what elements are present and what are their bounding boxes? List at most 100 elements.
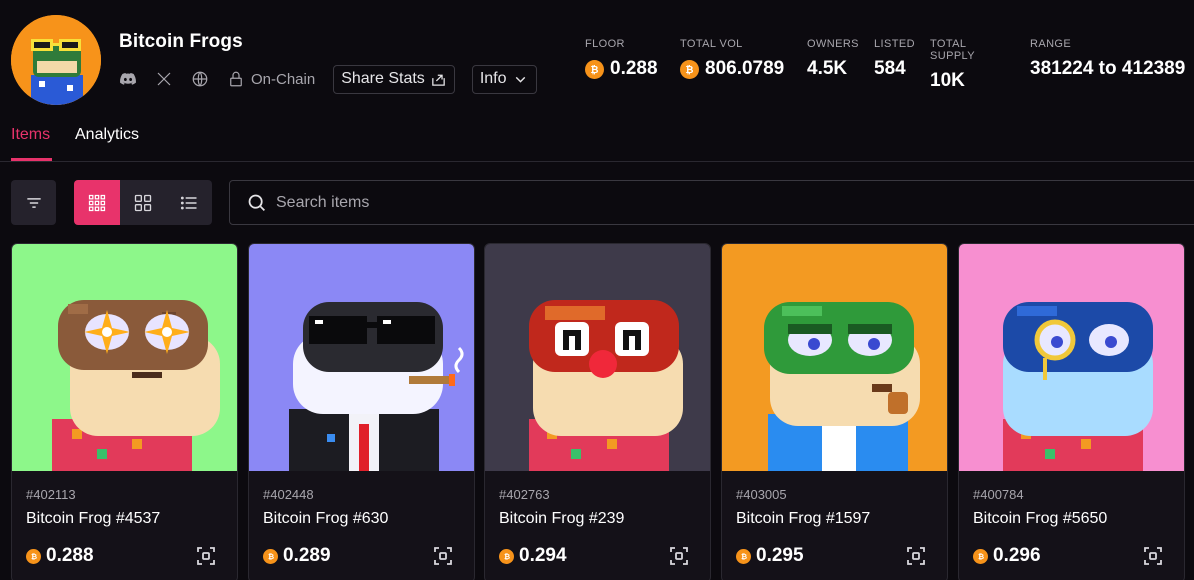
stat-range: RANGE 381224 to 412389 bbox=[1030, 38, 1185, 80]
share-stats-button[interactable]: Share Stats bbox=[333, 64, 455, 94]
onchain-label: On-Chain bbox=[251, 70, 316, 88]
item-inscription-id: #400784 bbox=[973, 487, 1024, 502]
item-card[interactable]: #402763 Bitcoin Frog #239 ₿ 0.294 bbox=[484, 243, 711, 580]
item-price: ₿ 0.289 bbox=[263, 545, 331, 567]
item-image bbox=[485, 244, 710, 471]
svg-text:₿: ₿ bbox=[977, 552, 983, 561]
item-name: Bitcoin Frog #5650 bbox=[973, 510, 1108, 527]
share-stats-label: Share Stats bbox=[341, 70, 425, 87]
collection-avatar bbox=[11, 15, 101, 105]
share-icon bbox=[432, 74, 445, 86]
item-price: ₿ 0.288 bbox=[26, 545, 94, 567]
scan-icon[interactable] bbox=[667, 544, 691, 568]
stat-floor: FLOOR ₿ 0.288 bbox=[585, 38, 658, 80]
item-inscription-id: #402763 bbox=[499, 487, 550, 502]
item-price-value: 0.295 bbox=[756, 545, 804, 566]
item-price-value: 0.288 bbox=[46, 545, 94, 566]
bitcoin-icon: ₿ bbox=[736, 548, 751, 564]
item-price: ₿ 0.294 bbox=[499, 545, 567, 567]
stat-label: TOTAL VOL bbox=[680, 38, 743, 50]
stat-value: 584 bbox=[874, 58, 906, 79]
grid-large-icon bbox=[134, 194, 152, 211]
collection-tabs: Items Analytics bbox=[0, 118, 1194, 162]
filter-icon bbox=[26, 197, 41, 208]
item-image bbox=[722, 244, 947, 471]
bitcoin-icon: ₿ bbox=[26, 548, 41, 564]
active-tab-indicator bbox=[11, 158, 52, 161]
bitcoin-icon: ₿ bbox=[585, 59, 604, 79]
item-name: Bitcoin Frog #630 bbox=[263, 510, 389, 527]
globe-icon[interactable] bbox=[191, 70, 209, 88]
svg-text:₿: ₿ bbox=[591, 65, 599, 76]
collection-name: Bitcoin Frogs bbox=[119, 31, 243, 52]
item-price-value: 0.289 bbox=[283, 545, 331, 566]
stat-label: LISTED bbox=[874, 38, 915, 50]
stat-value: 0.288 bbox=[610, 58, 658, 79]
item-card[interactable]: #402113 Bitcoin Frog #4537 ₿ 0.288 bbox=[11, 243, 238, 580]
item-name: Bitcoin Frog #4537 bbox=[26, 510, 161, 527]
scan-icon[interactable] bbox=[1141, 544, 1165, 568]
item-inscription-id: #402448 bbox=[263, 487, 314, 502]
item-card[interactable]: #403005 Bitcoin Frog #1597 ₿ 0.295 bbox=[721, 243, 948, 580]
svg-text:₿: ₿ bbox=[30, 552, 36, 561]
item-image bbox=[249, 244, 474, 471]
grid-large-view-button[interactable] bbox=[120, 180, 166, 225]
chevron-down-icon bbox=[515, 76, 525, 83]
item-name: Bitcoin Frog #1597 bbox=[736, 510, 871, 527]
info-label: Info bbox=[479, 70, 507, 87]
item-price: ₿ 0.295 bbox=[736, 545, 804, 567]
stat-label: FLOOR bbox=[585, 38, 625, 50]
search-bar bbox=[229, 180, 1194, 225]
stat-value: 10K bbox=[930, 70, 965, 91]
scan-icon[interactable] bbox=[194, 544, 218, 568]
search-icon bbox=[248, 194, 265, 211]
stat-value: 4.5K bbox=[807, 58, 848, 79]
stat-value: 381224 to 412389 bbox=[1030, 58, 1186, 79]
list-view-button[interactable] bbox=[166, 180, 212, 225]
stat-total-supply: TOTAL SUPPLY 10K bbox=[930, 38, 975, 92]
stat-listed: LISTED 584 bbox=[874, 38, 915, 80]
filter-button[interactable] bbox=[11, 180, 56, 225]
search-input[interactable] bbox=[276, 193, 1076, 212]
item-price-value: 0.296 bbox=[993, 545, 1041, 566]
svg-text:₿: ₿ bbox=[503, 552, 509, 561]
item-price-value: 0.294 bbox=[519, 545, 567, 566]
tab-analytics[interactable]: Analytics bbox=[75, 126, 139, 144]
bitcoin-icon: ₿ bbox=[973, 548, 988, 564]
info-dropdown-button[interactable]: Info bbox=[471, 64, 537, 94]
stat-total-vol: TOTAL VOL ₿ 806.0789 bbox=[680, 38, 784, 80]
scan-icon[interactable] bbox=[904, 544, 928, 568]
collection-header: Bitcoin Frogs On-Chain Share Stats Info bbox=[0, 0, 1194, 115]
item-name: Bitcoin Frog #239 bbox=[499, 510, 625, 527]
tab-items[interactable]: Items bbox=[11, 126, 50, 144]
stat-owners: OWNERS 4.5K bbox=[807, 38, 859, 80]
grid-small-icon bbox=[88, 194, 106, 211]
bitcoin-icon: ₿ bbox=[680, 59, 699, 79]
item-inscription-id: #402113 bbox=[26, 487, 76, 502]
item-image bbox=[12, 244, 237, 471]
x-icon[interactable] bbox=[155, 70, 173, 88]
marketplace-page: Bitcoin Frogs On-Chain Share Stats Info bbox=[0, 0, 1194, 580]
social-links: On-Chain Share Stats Info bbox=[119, 64, 554, 94]
frog-avatar-image bbox=[11, 15, 101, 105]
view-toggle-group bbox=[74, 180, 212, 225]
item-card[interactable]: #400784 Bitcoin Frog #5650 ₿ 0.296 bbox=[958, 243, 1185, 580]
items-toolbar bbox=[0, 180, 1194, 225]
svg-text:₿: ₿ bbox=[740, 552, 746, 561]
discord-icon[interactable] bbox=[119, 70, 137, 88]
svg-text:₿: ₿ bbox=[686, 65, 694, 76]
scan-icon[interactable] bbox=[431, 544, 455, 568]
stat-label: OWNERS bbox=[807, 38, 859, 50]
bitcoin-icon: ₿ bbox=[499, 548, 514, 564]
grid-small-view-button[interactable] bbox=[74, 180, 120, 225]
bitcoin-icon: ₿ bbox=[263, 548, 278, 564]
list-icon bbox=[180, 196, 197, 209]
item-inscription-id: #403005 bbox=[736, 487, 787, 502]
item-price: ₿ 0.296 bbox=[973, 545, 1041, 567]
items-grid: #402113 Bitcoin Frog #4537 ₿ 0.288 #4024… bbox=[11, 243, 1194, 580]
lock-icon bbox=[230, 71, 242, 87]
onchain-badge: On-Chain bbox=[227, 70, 315, 88]
item-card[interactable]: #402448 Bitcoin Frog #630 ₿ 0.289 bbox=[248, 243, 475, 580]
svg-text:₿: ₿ bbox=[267, 552, 273, 561]
stat-label: RANGE bbox=[1030, 38, 1072, 50]
